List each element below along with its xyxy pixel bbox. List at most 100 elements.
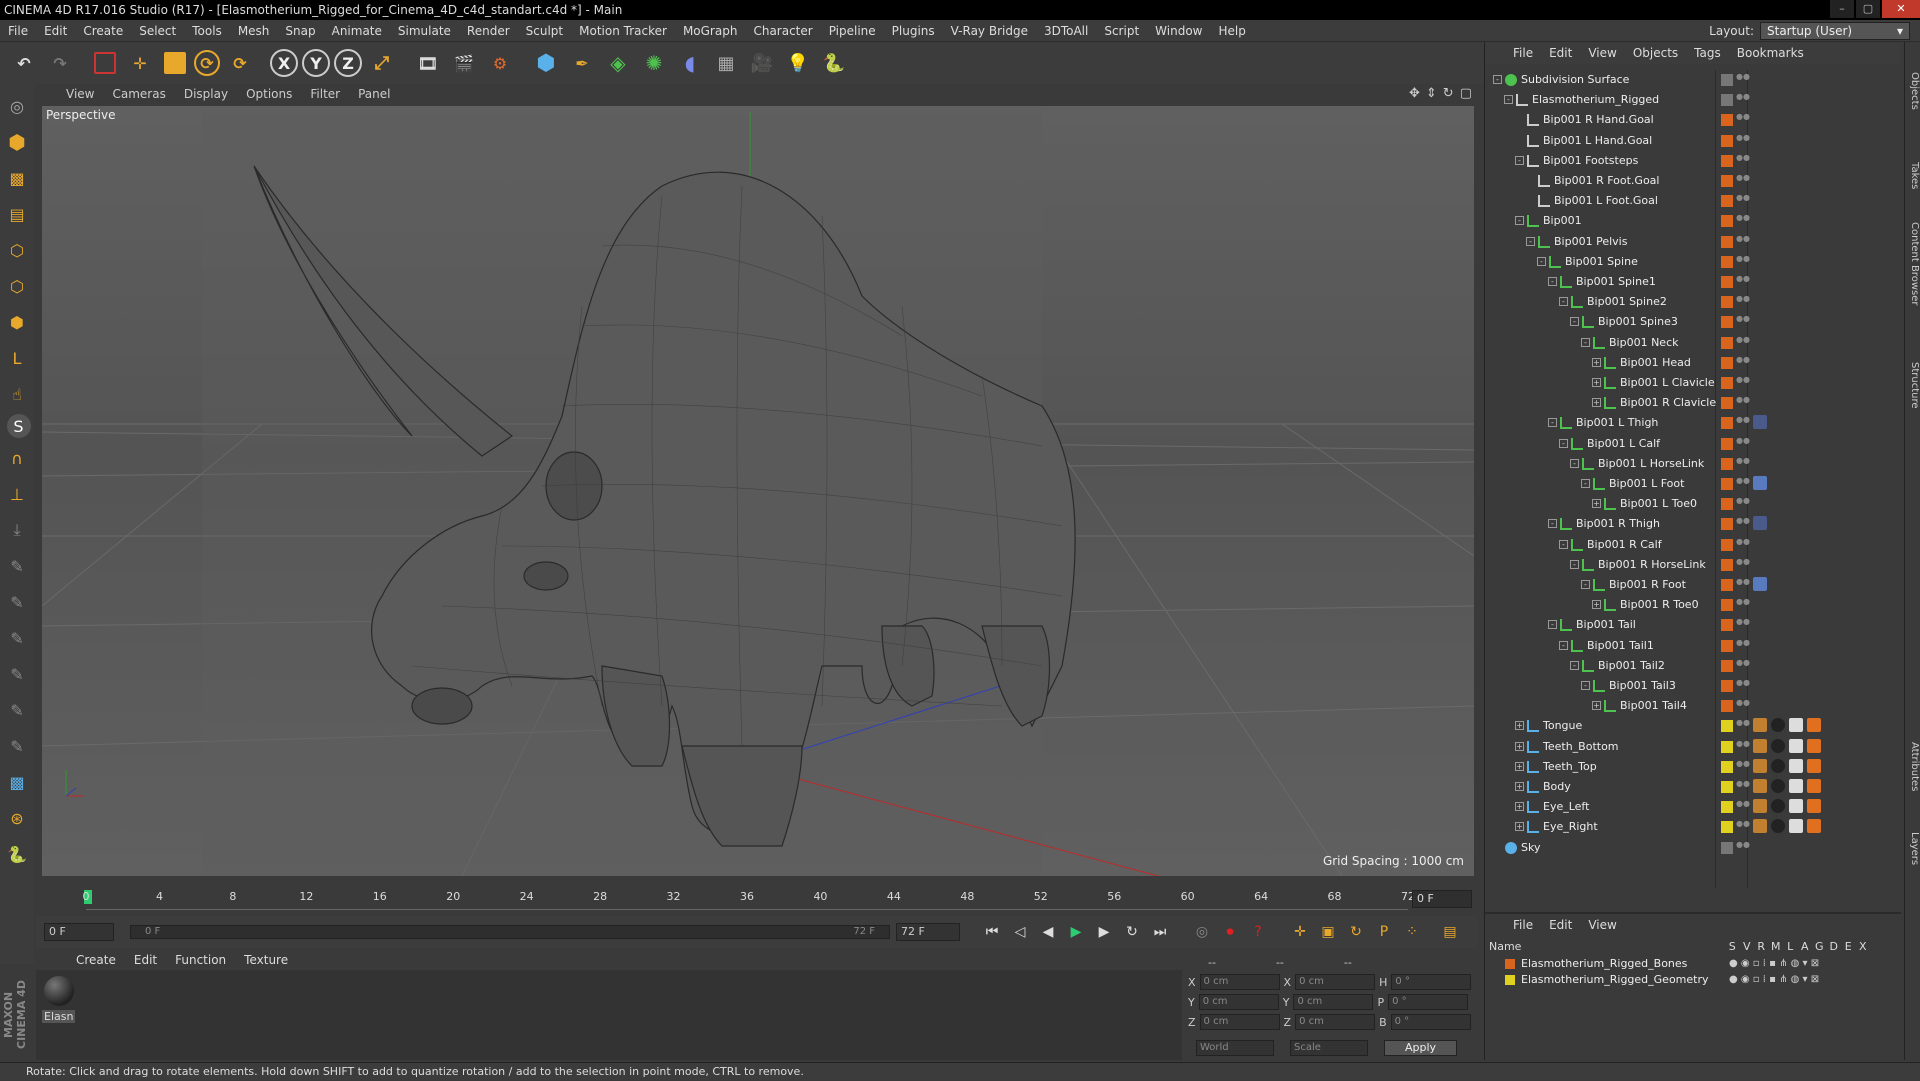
ik-tag-icon[interactable]	[1753, 415, 1767, 430]
workplane-icon[interactable]: ⊥	[2, 478, 32, 510]
weight-tool-icon[interactable]: ✎	[2, 730, 32, 762]
visibility-dots-icon[interactable]: ●●	[1736, 456, 1750, 471]
object-row[interactable]: Bip001 R Foot.Goal ●●	[1489, 171, 1869, 191]
object-row[interactable]: - Bip001 R HorseLink ●●	[1489, 555, 1869, 575]
perspective-viewport[interactable]: Perspective Grid Spacing : 1000 cm	[42, 106, 1474, 876]
menu-select[interactable]: Select	[131, 24, 184, 38]
visibility-dots-icon[interactable]: ●●	[1736, 537, 1750, 552]
previous-key-icon[interactable]: ◁	[1008, 920, 1032, 944]
expand-toggle-icon[interactable]: +	[1592, 378, 1601, 387]
light-icon[interactable]: 💡	[782, 47, 814, 79]
object-row[interactable]: + Bip001 R Clavicle ●●	[1489, 393, 1869, 413]
visibility-dots-icon[interactable]: ●●	[1736, 113, 1750, 127]
material-name[interactable]: Elasn	[42, 1010, 76, 1023]
menu-file[interactable]: File	[0, 24, 36, 38]
texture-tag-icon[interactable]	[1753, 758, 1767, 773]
menu-mesh[interactable]: Mesh	[230, 24, 278, 38]
move-view-icon[interactable]: ✥	[1409, 86, 1420, 101]
python-script-icon[interactable]: 🐍	[2, 838, 32, 870]
expand-toggle-icon[interactable]: +	[1515, 741, 1524, 751]
object-row[interactable]: + Bip001 Head ●●	[1489, 353, 1869, 373]
material-tag-icon[interactable]	[1771, 819, 1785, 834]
material-menu-create[interactable]: Create	[76, 953, 116, 967]
weight-tag-icon[interactable]	[1807, 799, 1821, 814]
layer-column-header[interactable]: X	[1856, 940, 1871, 954]
object-row[interactable]: - Bip001 Spine2 ●●	[1489, 292, 1869, 312]
visibility-dots-icon[interactable]: ●●	[1736, 416, 1750, 430]
current-frame-field[interactable]: 0 F	[1412, 890, 1472, 908]
expand-toggle-icon[interactable]: +	[1592, 357, 1601, 367]
keyframe-selection-icon[interactable]: ?	[1246, 920, 1270, 944]
object-row[interactable]: - Bip001 R Calf ●●	[1489, 535, 1869, 555]
expand-toggle-icon[interactable]: -	[1570, 458, 1579, 468]
visibility-dots-icon[interactable]: ●●	[1736, 133, 1750, 148]
object-row[interactable]: - Bip001 Spine ●●	[1489, 252, 1869, 272]
layer-column-header[interactable]: S	[1725, 940, 1740, 954]
menu-v-ray-bridge[interactable]: V-Ray Bridge	[943, 24, 1036, 38]
layer-column-header[interactable]: G	[1812, 940, 1827, 954]
coord-value-field[interactable]: 0 cm	[1293, 994, 1374, 1010]
tweak-mode-icon[interactable]: ☝	[2, 378, 32, 410]
layer-row[interactable]: Elasmotherium_Rigged_Geometry ● ◉ ▫ ⁞ ▪ ⋔…	[1489, 972, 1883, 988]
menu-plugins[interactable]: Plugins	[884, 24, 943, 38]
side-tab-attributes[interactable]: Attributes	[1906, 742, 1920, 791]
uvw-tag-icon[interactable]	[1789, 738, 1803, 753]
key-pla-icon[interactable]: ⁘	[1400, 920, 1424, 944]
rotate-icon[interactable]: ⟳	[194, 50, 220, 76]
object-row[interactable]: Bip001 R Hand.Goal ●●	[1489, 110, 1869, 130]
points-mode-icon[interactable]: ⬡	[2, 234, 32, 266]
visibility-dots-icon[interactable]: ●●	[1736, 355, 1750, 370]
visibility-dots-icon[interactable]: ●●	[1736, 335, 1750, 350]
make-editable-icon[interactable]: ◎	[2, 90, 32, 122]
expand-toggle-icon[interactable]: -	[1559, 297, 1568, 307]
object-menu-view[interactable]: View	[1588, 46, 1616, 60]
uvw-tag-icon[interactable]	[1789, 819, 1803, 834]
side-tab-objects[interactable]: Objects	[1906, 72, 1920, 110]
snap-icon[interactable]: S	[6, 414, 31, 438]
visibility-dots-icon[interactable]: ●●	[1736, 820, 1750, 834]
checker-icon[interactable]: ▩	[2, 766, 32, 798]
visibility-dots-icon[interactable]: ●●	[1736, 557, 1750, 572]
menu-pipeline[interactable]: Pipeline	[821, 24, 884, 38]
visibility-dots-icon[interactable]: ●●	[1736, 275, 1750, 289]
menu-window[interactable]: Window	[1147, 24, 1210, 38]
polygons-mode-icon[interactable]: ⬢	[2, 306, 32, 338]
visibility-dots-icon[interactable]: ●●	[1736, 618, 1750, 632]
visibility-dots-icon[interactable]: ●●	[1736, 153, 1750, 168]
visibility-dots-icon[interactable]: ●●	[1736, 234, 1750, 249]
object-row[interactable]: - Subdivision Surface ●●	[1489, 70, 1869, 90]
material-menu-texture[interactable]: Texture	[244, 953, 288, 967]
edges-mode-icon[interactable]: ⬡	[2, 270, 32, 302]
timeline-ruler[interactable]: 0 4 8 12 16 20 24 28 32 36 40 44 48 52 56 60 64 68 72 0 F	[36, 886, 1478, 914]
floor-icon[interactable]: ▦	[710, 47, 742, 79]
object-menu-edit[interactable]: Edit	[1549, 46, 1572, 60]
object-row[interactable]: + Body ●●	[1489, 777, 1869, 797]
side-tab-layers[interactable]: Layers	[1906, 832, 1920, 865]
object-row[interactable]: - Bip001 L Foot ●●	[1489, 474, 1869, 494]
object-row[interactable]: - Bip001 R Foot ●●	[1489, 575, 1869, 595]
visibility-dots-icon[interactable]: ●●	[1736, 436, 1750, 451]
menu-mograph[interactable]: MoGraph	[675, 24, 746, 38]
ik-goal-tag-icon[interactable]	[1753, 476, 1767, 490]
side-tab-structure[interactable]: Structure	[1906, 362, 1920, 409]
menu-create[interactable]: Create	[75, 24, 131, 38]
go-to-end-icon[interactable]: ⏭	[1148, 920, 1172, 944]
object-row[interactable]: - Bip001 Spine1 ●●	[1489, 272, 1869, 292]
visibility-dots-icon[interactable]: ●●	[1736, 497, 1750, 511]
spline-pen-icon[interactable]: ✒	[566, 47, 598, 79]
object-menu-file[interactable]: File	[1513, 46, 1533, 60]
camera-icon[interactable]: 🎥	[746, 47, 778, 79]
viewport-menu-panel[interactable]: Panel	[358, 87, 390, 101]
previous-frame-icon[interactable]: ◀	[1036, 920, 1060, 944]
cube-icon[interactable]: ⬢	[530, 47, 562, 79]
menu-character[interactable]: Character	[745, 24, 820, 38]
texture-tag-icon[interactable]	[1753, 738, 1767, 753]
expand-toggle-icon[interactable]: +	[1592, 600, 1601, 610]
undo-icon[interactable]: ↶	[8, 47, 40, 79]
menu-render[interactable]: Render	[459, 24, 518, 38]
viewport-menu-options[interactable]: Options	[246, 87, 292, 101]
object-row[interactable]: - Bip001 L Thigh ●●	[1489, 413, 1869, 433]
expand-toggle-icon[interactable]: -	[1581, 580, 1590, 589]
z-axis-lock-button[interactable]: Z	[334, 49, 362, 77]
layer-column-header[interactable]: V	[1740, 940, 1755, 954]
